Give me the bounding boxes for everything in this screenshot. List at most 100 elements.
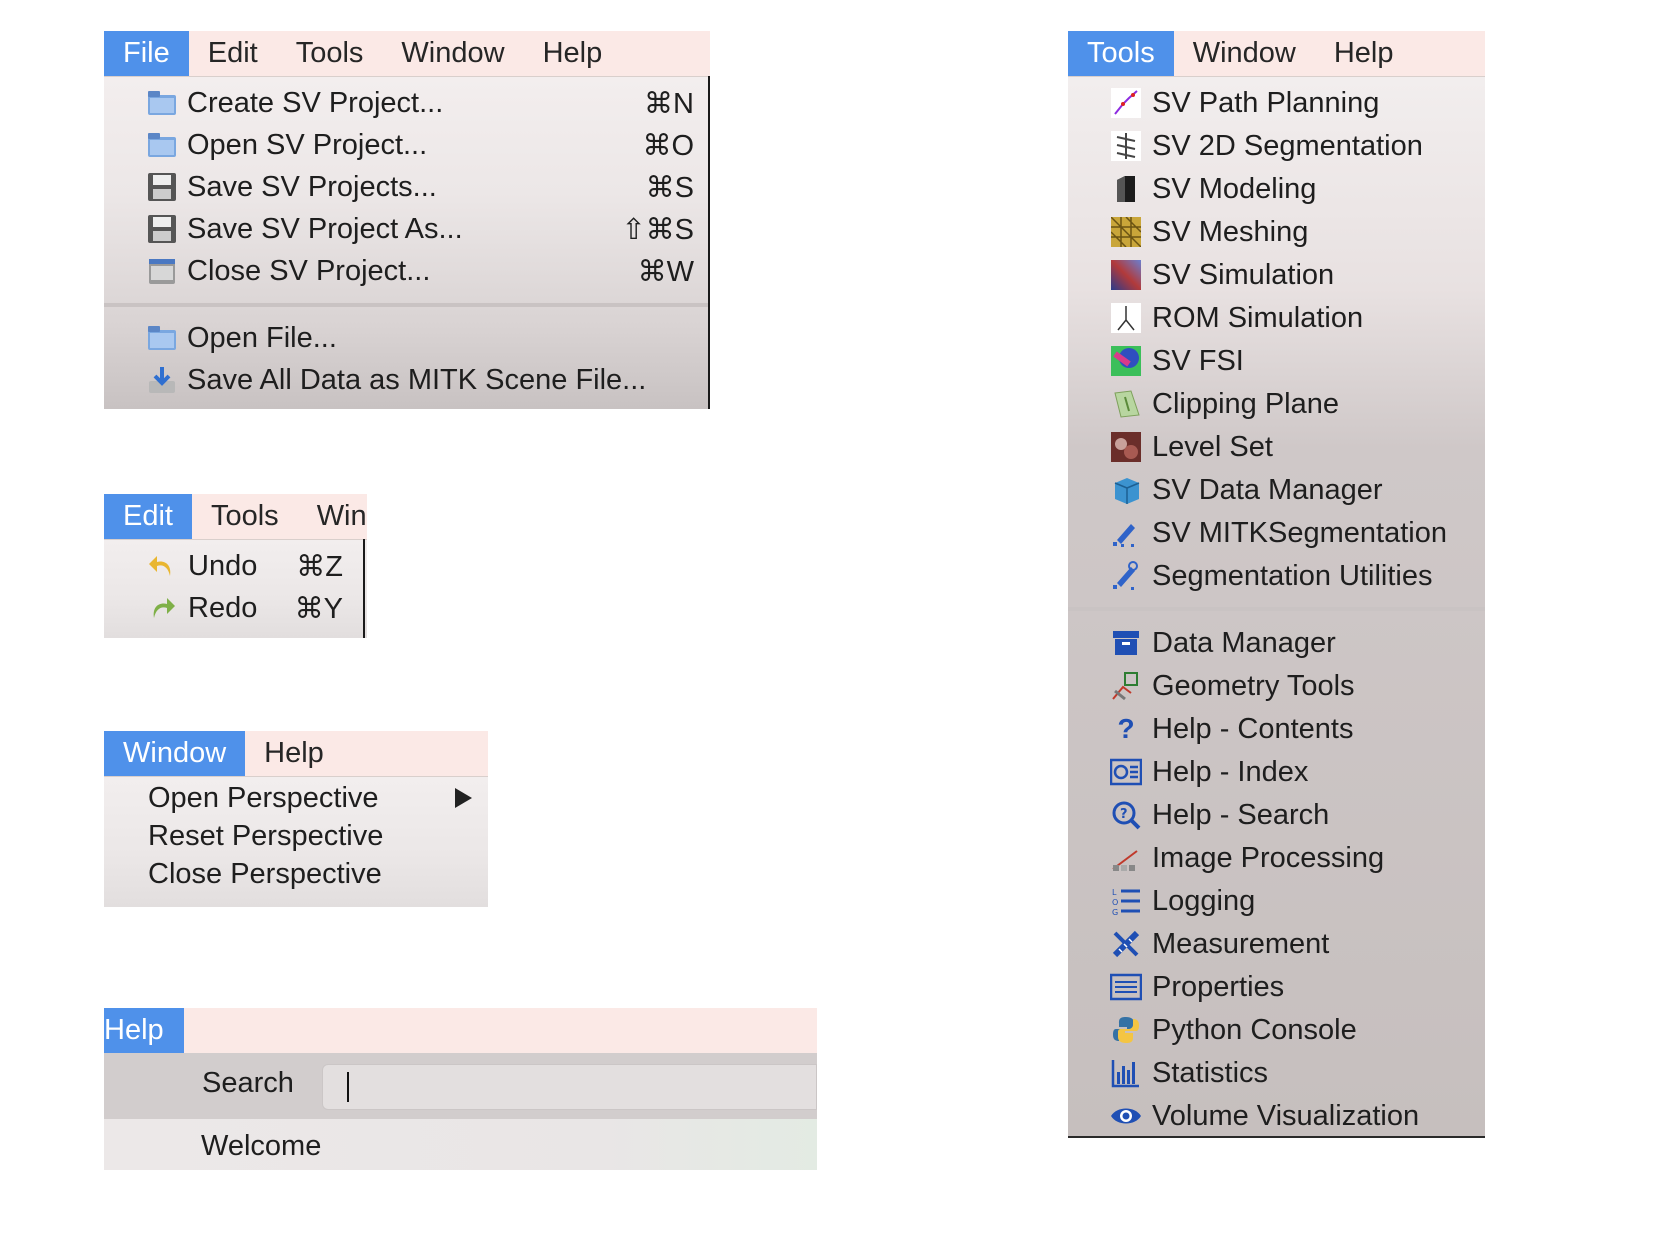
segmentation-2d-icon — [1110, 130, 1142, 162]
menu-item-redo[interactable]: Redo ⌘Y — [104, 587, 367, 629]
menubar-file[interactable]: File — [104, 31, 189, 76]
folder-icon — [146, 129, 178, 161]
menu-bar: Window Help — [104, 731, 488, 777]
meshing-icon — [1110, 216, 1142, 248]
edit-menu-panel: Edit Tools Win Undo ⌘Z Redo ⌘Y — [104, 494, 367, 638]
folder-icon — [146, 322, 178, 354]
mitk-segmentation-icon — [1110, 517, 1142, 549]
menu-item-label: Create SV Project... — [187, 86, 444, 119]
menu-item-label: Save SV Project As... — [187, 212, 463, 245]
menu-item-level-set[interactable]: Level Set — [1068, 426, 1485, 468]
help-menu-panel: Help Search Welcome — [104, 1008, 817, 1170]
menu-item-welcome[interactable]: Welcome — [104, 1125, 817, 1167]
menu-item-sv-data-manager[interactable]: SV Data Manager — [1068, 469, 1485, 511]
segmentation-utilities-icon — [1110, 560, 1142, 592]
menubar-window[interactable]: Win — [298, 494, 367, 539]
menu-item-logging[interactable]: LOG Logging — [1068, 880, 1485, 922]
menu-separator — [104, 303, 710, 307]
tools-menu-panel: Tools Window Help SV Path Planning SV 2D… — [1068, 31, 1485, 1138]
menubar-tools[interactable]: Tools — [1068, 31, 1174, 76]
menu-item-save-all-data-mitk[interactable]: Save All Data as MITK Scene File... — [104, 359, 710, 401]
clipping-plane-icon — [1110, 388, 1142, 420]
menu-item-label: Help - Index — [1152, 755, 1309, 788]
save-scene-icon — [146, 364, 178, 396]
menu-item-segmentation-utilities[interactable]: Segmentation Utilities — [1068, 555, 1485, 597]
menu-item-label: SV Data Manager — [1152, 473, 1383, 506]
data-manager-cube-icon — [1110, 474, 1142, 506]
menu-item-label: Properties — [1152, 970, 1285, 1003]
menu-item-volume-visualization[interactable]: Volume Visualization — [1068, 1095, 1485, 1137]
menubar-window[interactable]: Window — [382, 31, 523, 76]
menubar-help[interactable]: Help — [524, 31, 622, 76]
floppy-icon — [146, 213, 178, 245]
fsi-icon — [1110, 345, 1142, 377]
menu-item-sv-path-planning[interactable]: SV Path Planning — [1068, 82, 1485, 124]
help-search-input[interactable] — [322, 1064, 817, 1110]
menu-item-statistics[interactable]: Statistics — [1068, 1052, 1485, 1094]
window-dropdown: Open Perspective Reset Perspective Close… — [104, 777, 488, 907]
menubar-edit[interactable]: Edit — [104, 494, 192, 539]
menu-item-geometry-tools[interactable]: Geometry Tools — [1068, 665, 1485, 707]
menu-item-measurement[interactable]: Measurement — [1068, 923, 1485, 965]
menu-item-label: Close Perspective — [148, 857, 382, 890]
menu-item-label: SV FSI — [1152, 344, 1244, 377]
menubar-tools[interactable]: Tools — [192, 494, 298, 539]
menu-item-sv-2d-segmentation[interactable]: SV 2D Segmentation — [1068, 125, 1485, 167]
menubar-edit[interactable]: Edit — [189, 31, 277, 76]
menu-item-sv-modeling[interactable]: SV Modeling — [1068, 168, 1485, 210]
svg-text:O: O — [1112, 898, 1118, 907]
menu-item-rom-simulation[interactable]: ROM Simulation — [1068, 297, 1485, 339]
menu-item-reset-perspective[interactable]: Reset Perspective — [104, 817, 488, 855]
menu-item-sv-simulation[interactable]: SV Simulation — [1068, 254, 1485, 296]
menubar-help[interactable]: Help — [104, 1008, 184, 1053]
menu-item-label: Open SV Project... — [187, 128, 428, 161]
menubar-help[interactable]: Help — [245, 731, 343, 776]
menu-item-data-manager[interactable]: Data Manager — [1068, 622, 1485, 664]
shortcut: ⌘W — [637, 255, 694, 288]
menu-item-help-index[interactable]: Help - Index — [1068, 751, 1485, 793]
measurement-icon — [1110, 928, 1142, 960]
menu-item-image-processing[interactable]: Image Processing — [1068, 837, 1485, 879]
menu-item-close-sv-project[interactable]: Close SV Project... ⌘W — [104, 250, 710, 292]
menu-item-open-perspective[interactable]: Open Perspective — [104, 779, 488, 817]
eye-icon — [1110, 1100, 1142, 1132]
menu-item-sv-fsi[interactable]: SV FSI — [1068, 340, 1485, 382]
menu-item-close-perspective[interactable]: Close Perspective — [104, 855, 488, 893]
python-icon — [1110, 1014, 1142, 1046]
menu-item-open-file[interactable]: Open File... — [104, 317, 710, 359]
geometry-tools-icon — [1110, 670, 1142, 702]
menu-item-open-sv-project[interactable]: Open SV Project... ⌘O — [104, 124, 710, 166]
menu-item-undo[interactable]: Undo ⌘Z — [104, 545, 367, 587]
menu-item-clipping-plane[interactable]: Clipping Plane — [1068, 383, 1485, 425]
menu-item-save-sv-project-as[interactable]: Save SV Project As... ⇧⌘S — [104, 208, 710, 250]
menu-item-sv-mitksegmentation[interactable]: SV MITKSegmentation — [1068, 512, 1485, 554]
properties-list-icon — [1110, 971, 1142, 1003]
menu-item-label: ROM Simulation — [1152, 301, 1364, 334]
menubar-tools[interactable]: Tools — [277, 31, 383, 76]
search-label: Search — [202, 1067, 294, 1099]
menu-item-properties[interactable]: Properties — [1068, 966, 1485, 1008]
shortcut: ⌘Z — [296, 550, 343, 583]
submenu-arrow-icon — [455, 788, 472, 808]
menu-item-create-sv-project[interactable]: Create SV Project... ⌘N — [104, 82, 710, 124]
menu-item-save-sv-projects[interactable]: Save SV Projects... ⌘S — [104, 166, 710, 208]
menu-item-help-search[interactable]: ? Help - Search — [1068, 794, 1485, 836]
shortcut: ⌘O — [642, 129, 694, 162]
question-mark-icon: ? — [1117, 713, 1135, 744]
menubar-window[interactable]: Window — [104, 731, 246, 776]
menu-item-label: Level Set — [1152, 430, 1273, 463]
edit-dropdown: Undo ⌘Z Redo ⌘Y — [104, 540, 367, 638]
menu-item-label: Measurement — [1152, 927, 1330, 960]
menu-item-label: Undo — [188, 549, 258, 582]
menu-item-help-contents[interactable]: ? Help - Contents — [1068, 708, 1485, 750]
menu-bottom-edge — [1068, 1136, 1485, 1138]
menu-border — [363, 539, 365, 638]
menu-item-label: Save All Data as MITK Scene File... — [187, 363, 647, 396]
menubar-help[interactable]: Help — [1315, 31, 1413, 76]
menubar-window[interactable]: Window — [1174, 31, 1315, 76]
menu-item-sv-meshing[interactable]: SV Meshing — [1068, 211, 1485, 253]
drawer-icon — [146, 255, 178, 287]
menu-item-python-console[interactable]: Python Console — [1068, 1009, 1485, 1051]
shortcut: ⌘S — [645, 171, 694, 204]
menu-item-label: Data Manager — [1152, 626, 1336, 659]
